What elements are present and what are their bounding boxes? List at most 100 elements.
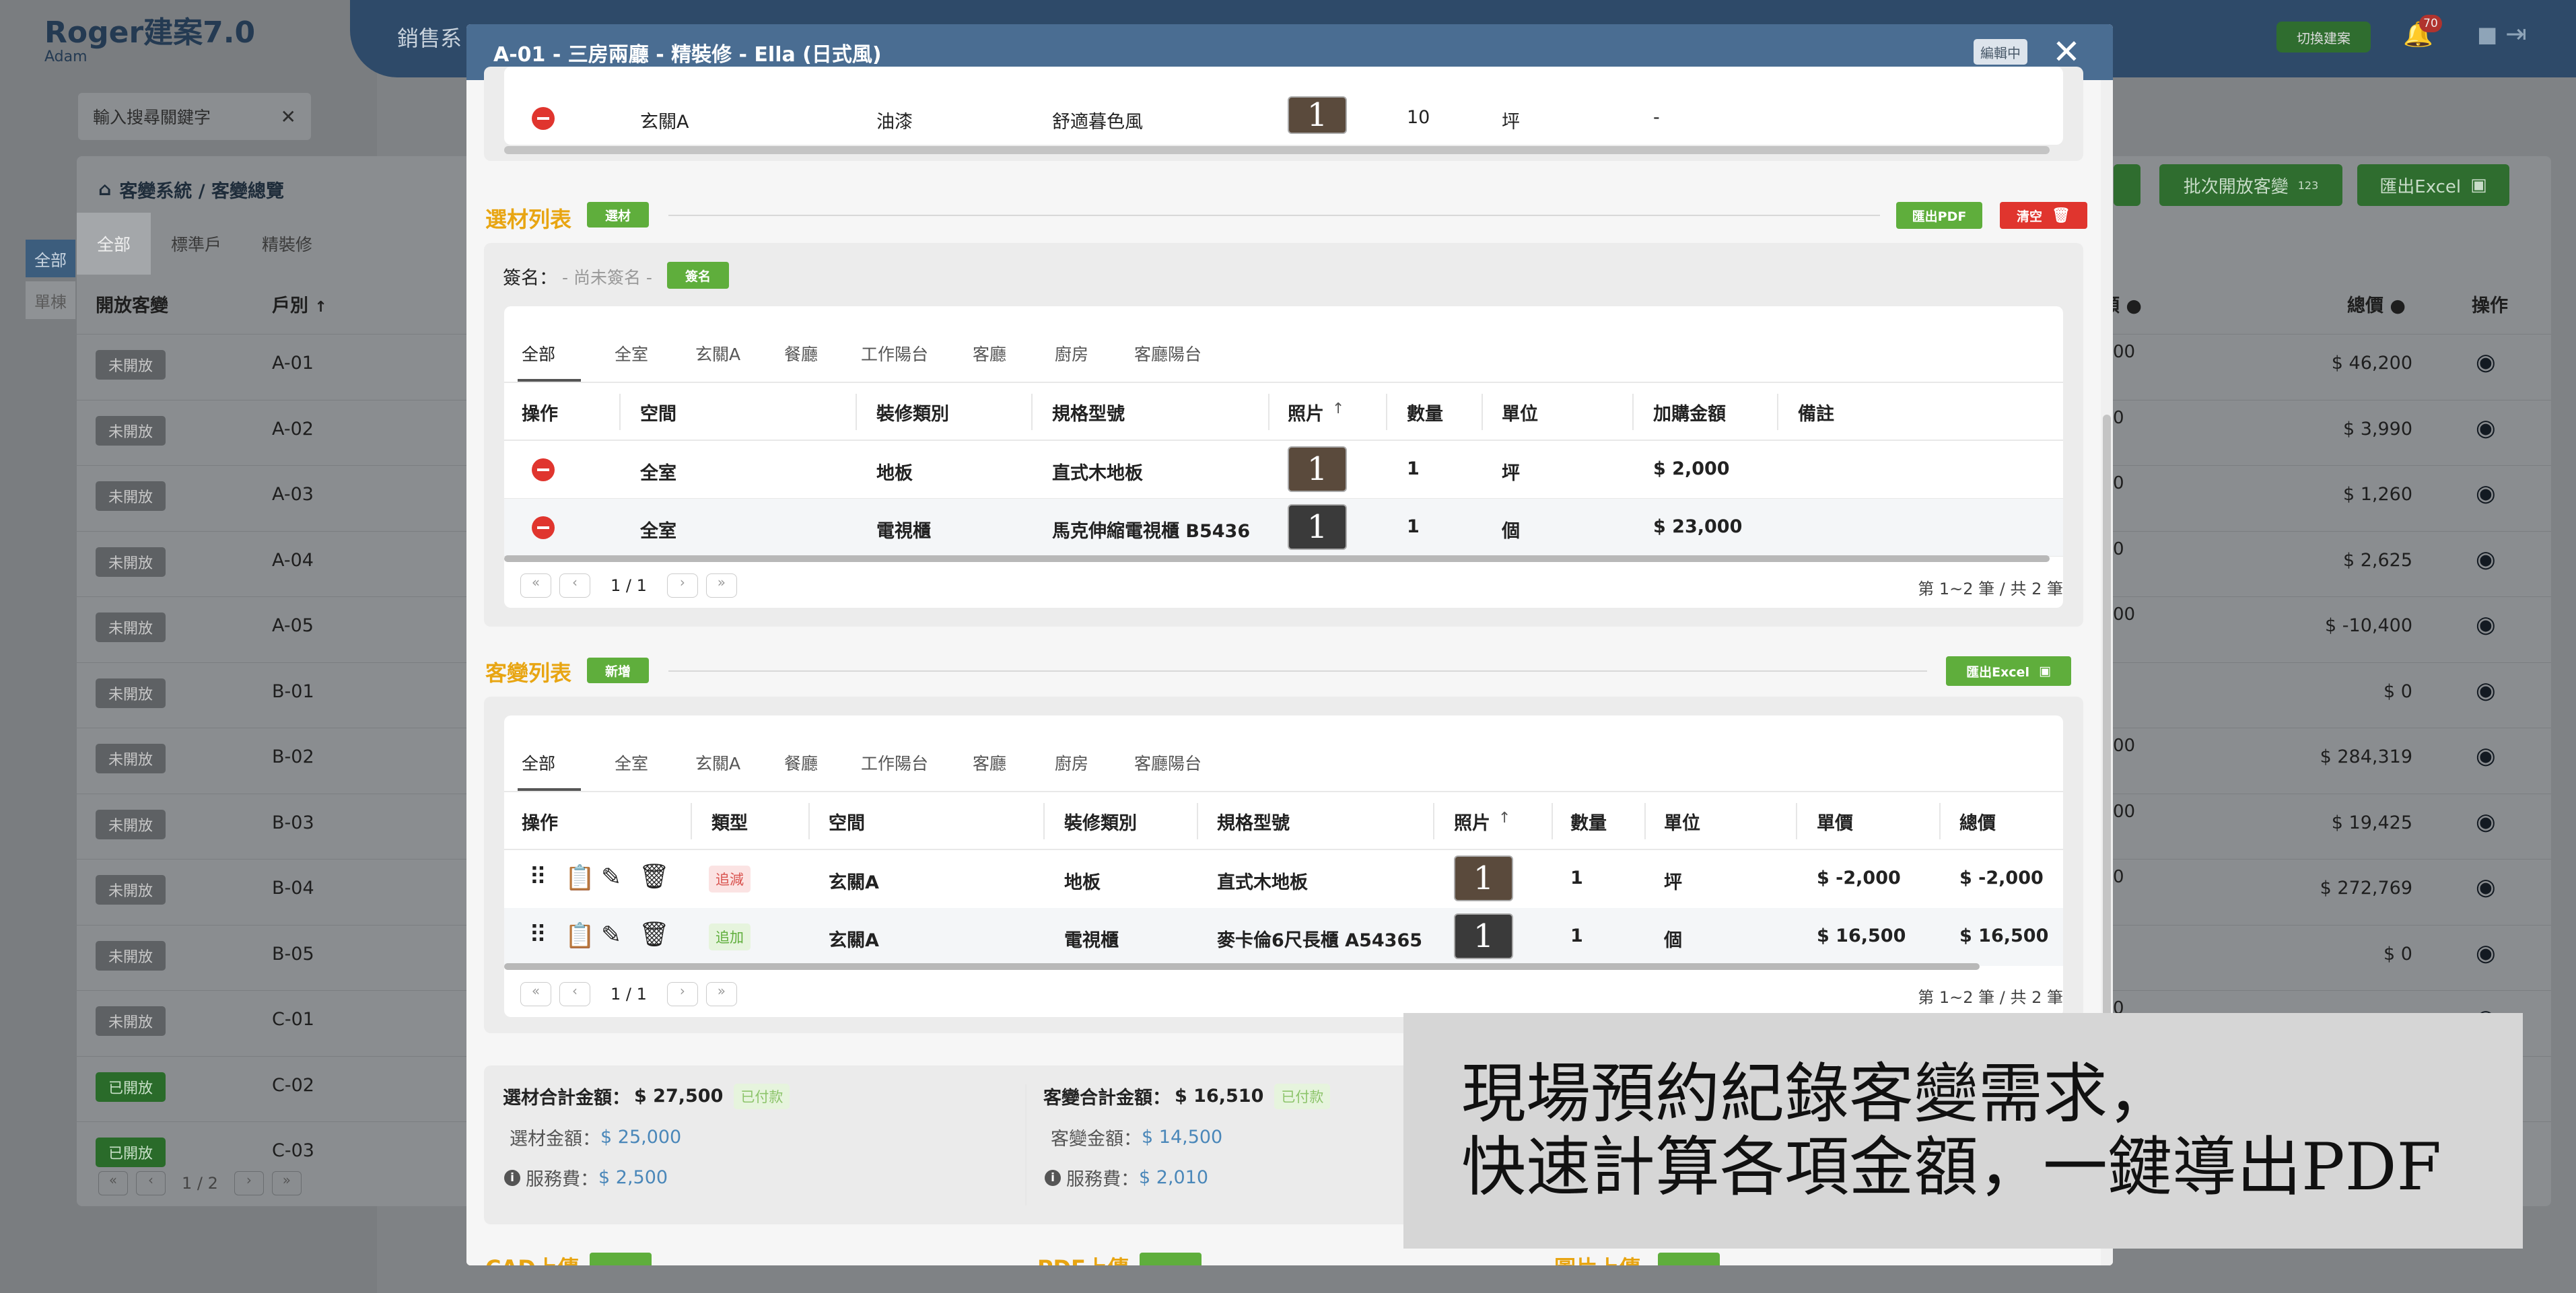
remove-row-icon[interactable]: [532, 458, 555, 481]
tab-3[interactable]: 餐廳: [784, 750, 818, 775]
column-separator: [1644, 803, 1646, 839]
prev-page-button[interactable]: ‹: [559, 573, 590, 598]
horizontal-scrollbar[interactable]: [504, 146, 2050, 154]
cell-total: $ -2,000: [1959, 868, 2044, 888]
eye-icon[interactable]: ◉: [2476, 546, 2496, 573]
tab-4[interactable]: 工作陽台: [861, 750, 928, 775]
total-cell: $ 2,625: [2342, 549, 2412, 571]
column-separator: [1796, 803, 1797, 839]
close-icon[interactable]: ✕: [2052, 32, 2081, 71]
last-page-button[interactable]: »: [705, 573, 737, 598]
col-header[interactable]: 照片: [1454, 808, 1490, 835]
photo-thumbnail[interactable]: 1: [1288, 504, 1347, 550]
photo-thumbnail[interactable]: 1: [1454, 855, 1513, 901]
tab-0[interactable]: 全部: [522, 750, 555, 775]
tab-2[interactable]: 玄關A: [695, 341, 740, 365]
trash-icon[interactable]: 🗑: [639, 862, 670, 890]
search-input[interactable]: 輸入搜尋關鍵字 ✕: [78, 93, 311, 140]
tab-5[interactable]: 客廳: [973, 341, 1006, 365]
col-unit-label: 戶別: [272, 295, 308, 316]
page-indicator: 1 / 2: [182, 1174, 218, 1193]
eye-icon[interactable]: ◉: [2476, 677, 2496, 704]
eye-icon[interactable]: ◉: [2476, 742, 2496, 769]
next-page-button[interactable]: ›: [234, 1171, 264, 1195]
clear-button[interactable]: 清空 🗑: [2000, 202, 2087, 229]
tab-5[interactable]: 客廳: [973, 750, 1006, 775]
side-tab-single[interactable]: 單棟: [26, 281, 75, 319]
first-page-button[interactable]: «: [520, 982, 551, 1006]
switch-project-button[interactable]: 切換建案: [2276, 22, 2371, 53]
batch-open-button[interactable]: 批次開放客變 123: [2159, 164, 2342, 206]
eye-icon[interactable]: ◉: [2476, 415, 2496, 442]
photo-thumbnail[interactable]: 1: [1454, 913, 1513, 959]
divider: [504, 849, 2063, 850]
export-excel-button[interactable]: 匯出Excel ▣: [2357, 164, 2509, 206]
sign-button[interactable]: 簽名: [667, 262, 729, 289]
tab-7[interactable]: 客廳陽台: [1134, 341, 1202, 365]
tab-6[interactable]: 廚房: [1055, 341, 1088, 365]
tab-6[interactable]: 廚房: [1055, 750, 1088, 775]
photo-thumbnail[interactable]: 1: [1288, 96, 1347, 134]
cell-space: 玄關A: [640, 112, 689, 133]
edit-icon[interactable]: ✎: [601, 864, 621, 891]
next-page-button[interactable]: ›: [666, 982, 698, 1006]
photo-thumbnail[interactable]: 1: [1288, 446, 1347, 492]
edit-icon[interactable]: ✎: [601, 921, 621, 949]
cad-upload-button[interactable]: [590, 1253, 652, 1265]
tab-1[interactable]: 全室: [615, 341, 648, 365]
nav-sales[interactable]: 銷售系: [397, 22, 462, 53]
prev-page-button[interactable]: ‹: [559, 982, 590, 1006]
home-icon[interactable]: ⌂: [98, 179, 111, 200]
modal-scrollbar-thumb[interactable]: [2103, 415, 2111, 1088]
logout-icon[interactable]: ⇥: [2505, 19, 2527, 48]
col-unit[interactable]: 戶別 ↑: [272, 291, 327, 317]
background-button-fragment[interactable]: [2114, 164, 2140, 206]
tab-7[interactable]: 客廳陽台: [1134, 750, 1202, 775]
remove-row-icon[interactable]: [532, 516, 555, 539]
first-page-button[interactable]: «: [520, 573, 551, 598]
selection-tag[interactable]: 選材: [587, 202, 649, 228]
drag-handle-icon[interactable]: ⠿: [529, 921, 547, 949]
eye-icon[interactable]: ◉: [2476, 349, 2496, 376]
export-pdf-button[interactable]: 匯出PDF: [1896, 202, 1982, 229]
eye-icon[interactable]: ◉: [2476, 874, 2496, 901]
sign-placeholder: - 尚未簽名 -: [562, 268, 652, 287]
cell-qty: 10: [1407, 107, 1430, 128]
tab-4[interactable]: 工作陽台: [861, 341, 928, 365]
side-tab-all[interactable]: 全部: [26, 240, 75, 277]
trash-icon[interactable]: 🗑: [639, 920, 670, 948]
last-page-button[interactable]: »: [271, 1171, 302, 1195]
clipboard-add-icon[interactable]: 📋: [565, 864, 595, 892]
eye-icon[interactable]: ◉: [2476, 611, 2496, 638]
eye-icon[interactable]: ◉: [2476, 808, 2496, 835]
sort-up-icon[interactable]: ↑: [1498, 810, 1510, 827]
tab-2[interactable]: 玄關A: [695, 750, 740, 775]
tab-3[interactable]: 餐廳: [784, 341, 818, 365]
remove-row-icon[interactable]: [532, 107, 555, 130]
tab-all[interactable]: 全部: [77, 213, 151, 275]
tab-standard[interactable]: 標準戶: [151, 213, 242, 275]
last-page-button[interactable]: »: [705, 982, 737, 1006]
eye-icon[interactable]: ◉: [2476, 480, 2496, 507]
camera-icon[interactable]: ■: [2477, 22, 2497, 47]
add-change-button[interactable]: 新增: [587, 658, 649, 683]
cell-category: 地板: [876, 463, 913, 484]
tab-1[interactable]: 全室: [615, 750, 648, 775]
sort-up-icon[interactable]: ↑: [1332, 400, 1344, 417]
tab-0[interactable]: 全部: [522, 341, 555, 365]
prev-page-button[interactable]: ‹: [136, 1171, 166, 1195]
export-excel-button[interactable]: 匯出Excel ▣: [1946, 656, 2071, 686]
next-page-button[interactable]: ›: [666, 573, 698, 598]
horizontal-scrollbar[interactable]: [504, 555, 2050, 562]
image-upload-button[interactable]: [1658, 1253, 1720, 1265]
clipboard-add-icon[interactable]: 📋: [565, 921, 595, 950]
clear-search-icon[interactable]: ✕: [281, 106, 296, 128]
eye-icon[interactable]: ◉: [2476, 940, 2496, 967]
tab-finished[interactable]: 精裝修: [242, 213, 333, 275]
first-page-button[interactable]: «: [98, 1171, 128, 1195]
horizontal-scrollbar[interactable]: [504, 963, 1980, 970]
col-header[interactable]: 照片: [1288, 399, 1324, 425]
pdf-upload-button[interactable]: [1140, 1253, 1202, 1265]
amount-cell: 0: [2113, 407, 2124, 428]
drag-handle-icon[interactable]: ⠿: [529, 864, 547, 891]
